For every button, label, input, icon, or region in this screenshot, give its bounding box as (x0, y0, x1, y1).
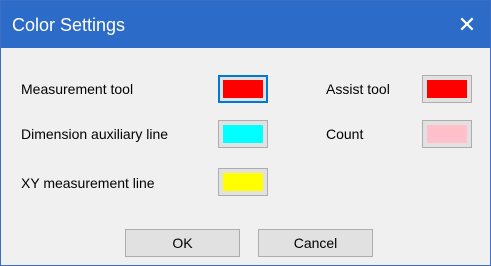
window-title: Color Settings (12, 15, 126, 35)
count-label: Count (326, 126, 364, 142)
measurement-tool-color-swatch (223, 80, 263, 98)
measurement-tool-label: Measurement tool (21, 81, 134, 97)
title-bar: Color Settings ✕ (1, 1, 490, 48)
dimension-auxiliary-line-label: Dimension auxiliary line (21, 126, 169, 142)
dimension-auxiliary-line-color-button[interactable] (218, 120, 268, 148)
assist-tool-color-button[interactable] (422, 75, 472, 103)
assist-tool-label: Assist tool (326, 81, 390, 97)
dimension-auxiliary-line-color-swatch (223, 125, 263, 143)
measurement-tool-color-button[interactable] (218, 75, 268, 103)
color-settings-dialog: Color Settings ✕ Measurement tool Dimens… (0, 0, 491, 266)
cancel-button[interactable]: Cancel (258, 229, 373, 257)
xy-measurement-line-label: XY measurement line (21, 175, 155, 191)
close-icon[interactable]: ✕ (444, 1, 490, 48)
count-color-button[interactable] (422, 120, 472, 148)
xy-measurement-line-color-swatch (223, 173, 263, 191)
count-color-swatch (427, 125, 467, 143)
ok-button[interactable]: OK (125, 229, 240, 257)
assist-tool-color-swatch (427, 80, 467, 98)
xy-measurement-line-color-button[interactable] (218, 168, 268, 196)
